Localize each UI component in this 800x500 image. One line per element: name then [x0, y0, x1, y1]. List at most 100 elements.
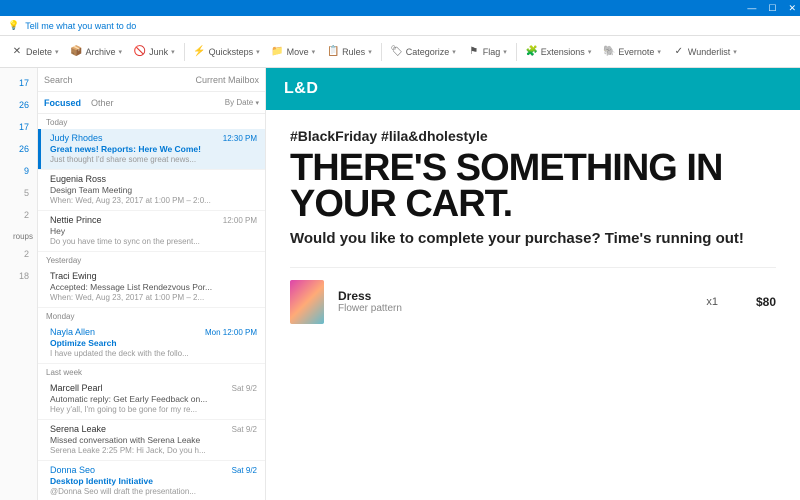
evernote-icon: 🐘: [603, 46, 615, 58]
tool-flag[interactable]: ⚑Flag▾: [463, 43, 512, 61]
message-item[interactable]: Serena LeakeSat 9/2Missed conversation w…: [38, 420, 265, 461]
folder-item[interactable]: 9: [0, 160, 37, 182]
tab-other[interactable]: Other: [91, 98, 114, 108]
folder-item[interactable]: 5: [0, 182, 37, 204]
message-preview: When: Wed, Aug 23, 2017 at 1:00 PM – 2:0…: [50, 196, 257, 205]
chevron-down-icon: ▾: [503, 48, 507, 56]
message-time: 12:30 PM: [223, 134, 257, 143]
message-subject: Accepted: Message List Rendezvous Por...: [50, 282, 257, 292]
chevron-down-icon: ▾: [171, 48, 175, 56]
tool-archive[interactable]: 📦Archive▾: [66, 43, 128, 61]
message-group-header: Last week: [38, 364, 265, 379]
chevron-down-icon: ▾: [657, 48, 661, 56]
product-name: Dress: [338, 289, 692, 303]
product-info: Dress Flower pattern: [338, 289, 692, 314]
tell-me-text: Tell me what you want to do: [25, 21, 136, 31]
chevron-down-icon: ▾: [588, 48, 592, 56]
chevron-down-icon: ▾: [368, 48, 372, 56]
folder-item[interactable]: 2: [0, 243, 37, 265]
tool-move[interactable]: 📁Move▾: [267, 43, 321, 61]
folder-item[interactable]: 26: [0, 94, 37, 116]
message-from: Judy Rhodes12:30 PM: [50, 133, 257, 143]
message-subject: Automatic reply: Get Early Feedback on..…: [50, 394, 257, 404]
email-hashtags: #BlackFriday #lila&dholestyle: [290, 128, 776, 144]
reading-pane: L&D #BlackFriday #lila&dholestyle THERE'…: [266, 68, 800, 500]
message-item[interactable]: Nettie Prince12:00 PMHeyDo you have time…: [38, 211, 265, 252]
categorize-icon: 🏷: [391, 46, 403, 58]
rules-icon: 📋: [327, 46, 339, 58]
folder-item[interactable]: 2: [0, 204, 37, 226]
email-headline: THERE'S SOMETHING IN YOUR CART.: [290, 150, 776, 222]
message-from: Nayla AllenMon 12:00 PM: [50, 327, 257, 337]
tool-categorize[interactable]: 🏷Categorize▾: [386, 43, 461, 61]
sort-dropdown[interactable]: By Date ▾: [225, 98, 259, 107]
tool-wunderlist[interactable]: ✓Wunderlist▾: [668, 43, 742, 61]
outlook-window: — ☐ ✕ 💡 Tell me what you want to do ✕Del…: [0, 0, 800, 500]
tool-rules[interactable]: 📋Rules▾: [322, 43, 377, 61]
message-item[interactable]: Eugenia RossDesign Team MeetingWhen: Wed…: [38, 170, 265, 211]
quicksteps-icon: ⚡: [194, 46, 206, 58]
titlebar: — ☐ ✕: [0, 0, 800, 16]
tell-me-bar[interactable]: 💡 Tell me what you want to do: [0, 16, 800, 36]
message-from: Serena LeakeSat 9/2: [50, 424, 257, 434]
chevron-down-icon: ▾: [733, 48, 737, 56]
message-item[interactable]: Nayla AllenMon 12:00 PMOptimize SearchI …: [38, 323, 265, 364]
message-time: 12:00 PM: [223, 216, 257, 225]
folder-pane: 17261726952roups218: [0, 68, 38, 500]
message-item[interactable]: Donna SeoSat 9/2Desktop Identity Initiat…: [38, 461, 265, 500]
message-preview: I have updated the deck with the follo..…: [50, 349, 257, 358]
folder-item[interactable]: 17: [0, 72, 37, 94]
chevron-down-icon: ▾: [256, 48, 260, 56]
tool-delete[interactable]: ✕Delete▾: [6, 43, 64, 61]
message-time: Sat 9/2: [232, 384, 257, 393]
message-group-header: Monday: [38, 308, 265, 323]
chevron-down-icon: ▾: [55, 48, 59, 56]
message-subject: Optimize Search: [50, 338, 257, 348]
extensions-icon: 🧩: [526, 46, 538, 58]
message-item[interactable]: Judy Rhodes12:30 PMGreat news! Reports: …: [38, 129, 265, 170]
message-time: Sat 9/2: [232, 466, 257, 475]
tool-junk[interactable]: 🚫Junk▾: [129, 43, 180, 61]
folder-item[interactable]: 18: [0, 265, 37, 287]
email-body: #BlackFriday #lila&dholestyle THERE'S SO…: [266, 110, 800, 342]
close-button[interactable]: ✕: [788, 3, 796, 14]
message-group-header: Yesterday: [38, 252, 265, 267]
archive-icon: 📦: [71, 46, 83, 58]
message-item[interactable]: Traci EwingAccepted: Message List Rendez…: [38, 267, 265, 308]
message-time: Mon 12:00 PM: [205, 328, 257, 337]
message-preview: Hey y'all, I'm going to be gone for my r…: [50, 405, 257, 414]
delete-icon: ✕: [11, 46, 23, 58]
email-subheadline: Would you like to complete your purchase…: [290, 230, 776, 249]
search-scope: Current Mailbox: [195, 75, 259, 85]
message-subject: Design Team Meeting: [50, 185, 257, 195]
junk-icon: 🚫: [134, 46, 146, 58]
tool-evernote[interactable]: 🐘Evernote▾: [598, 43, 666, 61]
tab-focused[interactable]: Focused: [44, 98, 81, 108]
message-preview: When: Wed, Aug 23, 2017 at 1:00 PM – 2..…: [50, 293, 257, 302]
tool-quicksteps[interactable]: ⚡Quicksteps▾: [189, 43, 265, 61]
maximize-button[interactable]: ☐: [768, 3, 776, 14]
chevron-down-icon: ▾: [119, 48, 123, 56]
message-search-bar[interactable]: Search Current Mailbox: [38, 68, 265, 92]
tool-extensions[interactable]: 🧩Extensions▾: [521, 43, 597, 61]
message-preview: @Donna Seo will draft the presentation..…: [50, 487, 257, 496]
wunderlist-icon: ✓: [673, 46, 685, 58]
message-list[interactable]: TodayJudy Rhodes12:30 PMGreat news! Repo…: [38, 114, 265, 500]
main-area: 17261726952roups218 Search Current Mailb…: [0, 68, 800, 500]
product-price: $80: [756, 295, 776, 309]
folder-item[interactable]: 17: [0, 116, 37, 138]
message-from: Eugenia Ross: [50, 174, 257, 184]
cart-product-row[interactable]: Dress Flower pattern x1 $80: [290, 267, 776, 324]
message-from: Nettie Prince12:00 PM: [50, 215, 257, 225]
minimize-button[interactable]: —: [747, 3, 756, 13]
email-brand-header: L&D: [266, 68, 800, 110]
folder-item[interactable]: 26: [0, 138, 37, 160]
product-quantity: x1: [706, 296, 718, 308]
message-preview: Serena Leake 2:25 PM: Hi Jack, Do you h.…: [50, 446, 257, 455]
message-list-pane: Search Current Mailbox Focused Other By …: [38, 68, 266, 500]
message-preview: Just thought I'd share some great news..…: [50, 155, 257, 164]
message-subject: Great news! Reports: Here We Come!: [50, 144, 257, 154]
message-item[interactable]: Marcell PearlSat 9/2Automatic reply: Get…: [38, 379, 265, 420]
message-preview: Do you have time to sync on the present.…: [50, 237, 257, 246]
lightbulb-icon: 💡: [8, 20, 19, 31]
